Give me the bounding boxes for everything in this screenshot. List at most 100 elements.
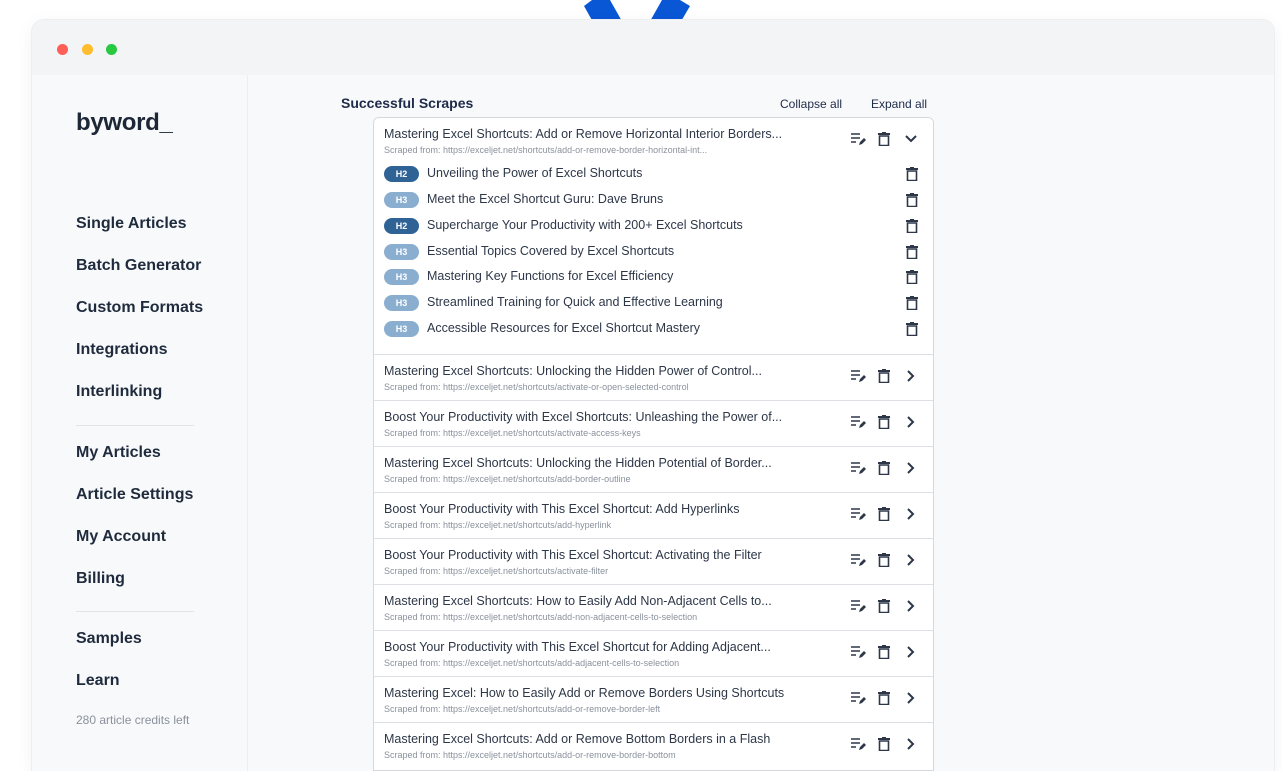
trash-icon[interactable] (906, 193, 920, 208)
edit-list-icon[interactable] (850, 415, 866, 429)
expand-all-button[interactable]: Expand all (871, 97, 927, 111)
edit-list-icon[interactable] (850, 461, 866, 475)
sidebar: byword_ Single Articles Batch Generator … (32, 75, 248, 771)
heading-text: Unveiling the Power of Excel Shortcuts (427, 166, 643, 180)
scrape-row[interactable]: Boost Your Productivity with This Excel … (374, 631, 933, 677)
edit-list-icon[interactable] (850, 645, 866, 659)
heading-level-badge: H3 (384, 269, 419, 285)
trash-icon[interactable] (878, 415, 892, 429)
scrape-title: Mastering Excel Shortcuts: Unlocking the… (384, 364, 762, 378)
edit-list-icon[interactable] (850, 132, 866, 146)
scrape-row[interactable]: Mastering Excel Shortcuts: Unlocking the… (374, 355, 933, 401)
trash-icon[interactable] (906, 245, 920, 260)
heading-level-badge: H2 (384, 166, 419, 182)
edit-list-icon[interactable] (850, 599, 866, 613)
chevron-down-icon[interactable] (904, 132, 918, 146)
trash-icon[interactable] (906, 219, 920, 234)
heading-text: Essential Topics Covered by Excel Shortc… (427, 244, 675, 258)
heading-item: H3 Essential Topics Covered by Excel Sho… (374, 240, 933, 266)
chevron-right-icon[interactable] (904, 553, 918, 567)
scrape-url: Scraped from: https://exceljet.net/short… (384, 566, 609, 576)
trash-icon[interactable] (878, 507, 892, 521)
edit-list-icon[interactable] (850, 553, 866, 567)
close-window-button[interactable] (57, 44, 68, 55)
trash-icon[interactable] (878, 599, 892, 613)
scrape-title: Boost Your Productivity with Excel Short… (384, 410, 783, 424)
scrape-row[interactable]: Boost Your Productivity with This Excel … (374, 539, 933, 585)
trash-icon[interactable] (878, 132, 892, 146)
heading-item: H2 Unveiling the Power of Excel Shortcut… (374, 162, 933, 188)
scrape-url: Scraped from: https://exceljet.net/short… (384, 428, 641, 438)
title-bar (32, 20, 1274, 75)
chevron-right-icon[interactable] (904, 415, 918, 429)
heading-item: H3 Accessible Resources for Excel Shortc… (374, 317, 933, 343)
credits-remaining: 280 article credits left (76, 713, 190, 727)
heading-item: H3 Meet the Excel Shortcut Guru: Dave Br… (374, 188, 933, 214)
nav-samples[interactable]: Samples (76, 630, 142, 648)
chevron-right-icon[interactable] (904, 691, 918, 705)
scrape-title: Mastering Excel Shortcuts: Unlocking the… (384, 456, 772, 470)
scrape-title: Boost Your Productivity with This Excel … (384, 640, 771, 654)
scrape-row[interactable]: Mastering Excel Shortcuts: How to Easily… (374, 585, 933, 631)
chevron-right-icon[interactable] (904, 645, 918, 659)
sidebar-divider (76, 611, 194, 612)
nav-learn[interactable]: Learn (76, 672, 120, 690)
edit-list-icon[interactable] (850, 507, 866, 521)
scrape-url: Scraped from: https://exceljet.net/short… (384, 520, 612, 530)
heading-text: Mastering Key Functions for Excel Effici… (427, 269, 674, 283)
heading-item: H3 Mastering Key Functions for Excel Eff… (374, 265, 933, 291)
scrape-url: Scraped from: https://exceljet.net/short… (384, 658, 680, 668)
scrapes-list: Mastering Excel Shortcuts: Add or Remove… (373, 117, 934, 771)
scrape-row[interactable]: Mastering Excel Shortcuts: Unlocking the… (374, 447, 933, 493)
heading-item: H2 Supercharge Your Productivity with 20… (374, 214, 933, 240)
nav-batch-generator[interactable]: Batch Generator (76, 257, 201, 275)
trash-icon[interactable] (906, 167, 920, 182)
scrape-title: Boost Your Productivity with This Excel … (384, 502, 740, 516)
edit-list-icon[interactable] (850, 691, 866, 705)
edit-list-icon[interactable] (850, 369, 866, 383)
nav-my-account[interactable]: My Account (76, 528, 166, 546)
nav-my-articles[interactable]: My Articles (76, 444, 161, 462)
nav-billing[interactable]: Billing (76, 570, 125, 588)
trash-icon[interactable] (878, 691, 892, 705)
nav-single-articles[interactable]: Single Articles (76, 215, 187, 233)
chevron-right-icon[interactable] (904, 369, 918, 383)
scrape-row[interactable]: Mastering Excel Shortcuts: Add or Remove… (374, 723, 933, 769)
chevron-right-icon[interactable] (904, 737, 918, 751)
scrape-url: Scraped from: https://exceljet.net/short… (384, 750, 676, 760)
chevron-right-icon[interactable] (904, 507, 918, 521)
trash-icon[interactable] (878, 737, 892, 751)
scrape-title: Boost Your Productivity with This Excel … (384, 548, 762, 562)
scrape-url: Scraped from: https://exceljet.net/short… (384, 612, 698, 622)
nav-article-settings[interactable]: Article Settings (76, 486, 193, 504)
scrape-url: Scraped from: https://exceljet.net/short… (384, 474, 631, 484)
nav-custom-formats[interactable]: Custom Formats (76, 299, 203, 317)
collapse-all-button[interactable]: Collapse all (780, 97, 842, 111)
trash-icon[interactable] (878, 645, 892, 659)
minimize-window-button[interactable] (82, 44, 93, 55)
trash-icon[interactable] (878, 369, 892, 383)
scrape-row[interactable]: Boost Your Productivity with Excel Short… (374, 401, 933, 447)
scrape-title: Mastering Excel: How to Easily Add or Re… (384, 686, 785, 700)
heading-level-badge: H3 (384, 192, 419, 208)
maximize-window-button[interactable] (106, 44, 117, 55)
edit-list-icon[interactable] (850, 737, 866, 751)
trash-icon[interactable] (878, 553, 892, 567)
trash-icon[interactable] (906, 322, 920, 337)
trash-icon[interactable] (906, 270, 920, 285)
trash-icon[interactable] (878, 461, 892, 475)
chevron-right-icon[interactable] (904, 599, 918, 613)
heading-text: Accessible Resources for Excel Shortcut … (427, 321, 701, 335)
trash-icon[interactable] (906, 296, 920, 311)
scrape-title: Mastering Excel Shortcuts: Add or Remove… (384, 127, 783, 141)
chevron-right-icon[interactable] (904, 461, 918, 475)
scrape-row[interactable]: Mastering Excel: How to Easily Add or Re… (374, 677, 933, 723)
section-title: Successful Scrapes (341, 95, 474, 111)
heading-text: Meet the Excel Shortcut Guru: Dave Bruns (427, 192, 664, 206)
scrape-title: Mastering Excel Shortcuts: How to Easily… (384, 594, 772, 608)
scrape-row[interactable]: Boost Your Productivity with This Excel … (374, 493, 933, 539)
heading-text: Supercharge Your Productivity with 200+ … (427, 218, 743, 232)
nav-integrations[interactable]: Integrations (76, 341, 168, 359)
nav-interlinking[interactable]: Interlinking (76, 383, 162, 401)
scrape-row-expanded[interactable]: Mastering Excel Shortcuts: Add or Remove… (374, 118, 933, 355)
